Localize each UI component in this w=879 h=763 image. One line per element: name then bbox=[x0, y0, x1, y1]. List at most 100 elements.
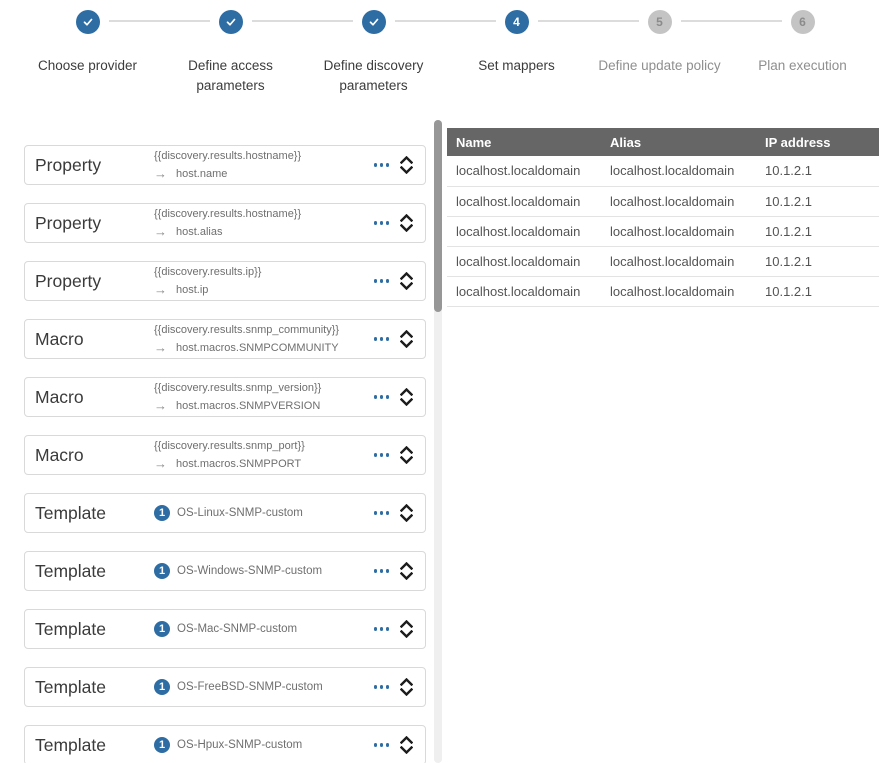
chevron-up-icon[interactable] bbox=[400, 736, 413, 744]
chevron-up-icon[interactable] bbox=[400, 620, 413, 628]
chevron-down-icon[interactable] bbox=[400, 746, 413, 754]
more-options-button[interactable] bbox=[372, 159, 392, 171]
more-options-button[interactable] bbox=[372, 565, 392, 577]
chevron-up-icon[interactable] bbox=[400, 214, 413, 222]
table-row: localhost.localdomainlocalhost.localdoma… bbox=[447, 216, 879, 246]
table-cell: localhost.localdomain bbox=[447, 216, 601, 246]
mapper-type-label: Property bbox=[25, 213, 154, 234]
mapper-type-label: Template bbox=[25, 561, 154, 582]
more-options-button[interactable] bbox=[372, 739, 392, 751]
mapper-detail: {{discovery.results.snmp_community}} → h… bbox=[154, 324, 372, 354]
mapper-source: {{discovery.results.hostname}} bbox=[154, 150, 372, 163]
step-label: Choose provider bbox=[38, 56, 137, 76]
table-cell: 10.1.2.1 bbox=[756, 246, 879, 276]
reorder-control[interactable] bbox=[400, 446, 413, 464]
template-name: OS-FreeBSD-SNMP-custom bbox=[177, 681, 323, 693]
card-actions bbox=[372, 736, 426, 754]
mapper-card: Property {{discovery.results.hostname}} … bbox=[24, 145, 426, 185]
table-cell: 10.1.2.1 bbox=[756, 216, 879, 246]
step-circle: 4 bbox=[505, 10, 529, 34]
reorder-control[interactable] bbox=[400, 330, 413, 348]
stepper-step-1[interactable]: Choose provider bbox=[16, 0, 159, 97]
mapper-target: host.name bbox=[176, 168, 227, 180]
mapper-source: {{discovery.results.snmp_community}} bbox=[154, 324, 372, 337]
more-options-button[interactable] bbox=[372, 449, 392, 461]
table-cell: localhost.localdomain bbox=[447, 156, 601, 186]
table-cell: localhost.localdomain bbox=[447, 246, 601, 276]
card-actions bbox=[372, 272, 426, 290]
more-options-button[interactable] bbox=[372, 333, 392, 345]
reorder-control[interactable] bbox=[400, 214, 413, 232]
chevron-up-icon[interactable] bbox=[400, 562, 413, 570]
stepper-step-4[interactable]: 4 Set mappers bbox=[445, 0, 588, 97]
chevron-down-icon[interactable] bbox=[400, 630, 413, 638]
stepper-step-6[interactable]: 6 Plan execution bbox=[731, 0, 874, 97]
chevron-up-icon[interactable] bbox=[400, 272, 413, 280]
chevron-down-icon[interactable] bbox=[400, 572, 413, 580]
wizard-stepper: Choose provider Define access parameters… bbox=[16, 0, 874, 97]
card-actions bbox=[372, 388, 426, 406]
chevron-up-icon[interactable] bbox=[400, 156, 413, 164]
card-actions bbox=[372, 330, 426, 348]
chevron-down-icon[interactable] bbox=[400, 688, 413, 696]
mapper-source: {{discovery.results.snmp_version}} bbox=[154, 382, 372, 395]
more-options-button[interactable] bbox=[372, 217, 392, 229]
table-row: localhost.localdomainlocalhost.localdoma… bbox=[447, 246, 879, 276]
table-row: localhost.localdomainlocalhost.localdoma… bbox=[447, 276, 879, 306]
scrollbar-thumb[interactable] bbox=[434, 120, 442, 312]
mapper-detail: {{discovery.results.snmp_version}} → hos… bbox=[154, 382, 372, 412]
chevron-down-icon[interactable] bbox=[400, 456, 413, 464]
table-row: localhost.localdomainlocalhost.localdoma… bbox=[447, 186, 879, 216]
step-label: Define update policy bbox=[598, 56, 720, 76]
reorder-control[interactable] bbox=[400, 156, 413, 174]
host-preview-table: NameAliasIP address localhost.localdomai… bbox=[447, 128, 879, 307]
mapper-detail: {{discovery.results.ip}} → host.ip bbox=[154, 266, 372, 296]
arrow-right-icon: → bbox=[154, 167, 167, 180]
mapper-list-scrollbar[interactable] bbox=[434, 120, 442, 763]
chevron-up-icon[interactable] bbox=[400, 446, 413, 454]
reorder-control[interactable] bbox=[400, 504, 413, 522]
more-options-button[interactable] bbox=[372, 507, 392, 519]
chevron-up-icon[interactable] bbox=[400, 504, 413, 512]
chevron-up-icon[interactable] bbox=[400, 388, 413, 396]
template-name: OS-Hpux-SNMP-custom bbox=[177, 739, 302, 751]
more-options-button[interactable] bbox=[372, 681, 392, 693]
chevron-down-icon[interactable] bbox=[400, 282, 413, 290]
reorder-control[interactable] bbox=[400, 736, 413, 754]
table-cell: localhost.localdomain bbox=[601, 276, 756, 306]
more-options-button[interactable] bbox=[372, 275, 392, 287]
mapper-type-label: Template bbox=[25, 503, 154, 524]
chevron-down-icon[interactable] bbox=[400, 166, 413, 174]
card-actions bbox=[372, 678, 426, 696]
mapper-detail: {{discovery.results.snmp_port}} → host.m… bbox=[154, 440, 372, 470]
template-name: OS-Windows-SNMP-custom bbox=[177, 565, 322, 577]
step-label: Plan execution bbox=[758, 56, 847, 76]
chevron-up-icon[interactable] bbox=[400, 330, 413, 338]
reorder-control[interactable] bbox=[400, 388, 413, 406]
chevron-down-icon[interactable] bbox=[400, 514, 413, 522]
stepper-step-2[interactable]: Define access parameters bbox=[159, 0, 302, 97]
mapper-type-label: Macro bbox=[25, 387, 154, 408]
reorder-control[interactable] bbox=[400, 620, 413, 638]
table-header-row: NameAliasIP address bbox=[447, 128, 879, 156]
reorder-control[interactable] bbox=[400, 562, 413, 580]
mapper-target: host.macros.SNMPCOMMUNITY bbox=[176, 342, 339, 354]
reorder-control[interactable] bbox=[400, 272, 413, 290]
mapper-detail: {{discovery.results.hostname}} → host.na… bbox=[154, 150, 372, 180]
template-count-badge: 1 bbox=[154, 737, 170, 753]
chevron-down-icon[interactable] bbox=[400, 398, 413, 406]
more-options-button[interactable] bbox=[372, 391, 392, 403]
arrow-right-icon: → bbox=[154, 399, 167, 412]
mapper-list: Property {{discovery.results.hostname}} … bbox=[24, 145, 426, 763]
mapper-target: host.alias bbox=[176, 226, 222, 238]
chevron-up-icon[interactable] bbox=[400, 678, 413, 686]
check-icon bbox=[82, 16, 94, 28]
template-name: OS-Linux-SNMP-custom bbox=[177, 507, 303, 519]
chevron-down-icon[interactable] bbox=[400, 224, 413, 232]
stepper-step-5[interactable]: 5 Define update policy bbox=[588, 0, 731, 97]
stepper-step-3[interactable]: Define discovery parameters bbox=[302, 0, 445, 97]
table-cell: localhost.localdomain bbox=[601, 156, 756, 186]
chevron-down-icon[interactable] bbox=[400, 340, 413, 348]
more-options-button[interactable] bbox=[372, 623, 392, 635]
reorder-control[interactable] bbox=[400, 678, 413, 696]
